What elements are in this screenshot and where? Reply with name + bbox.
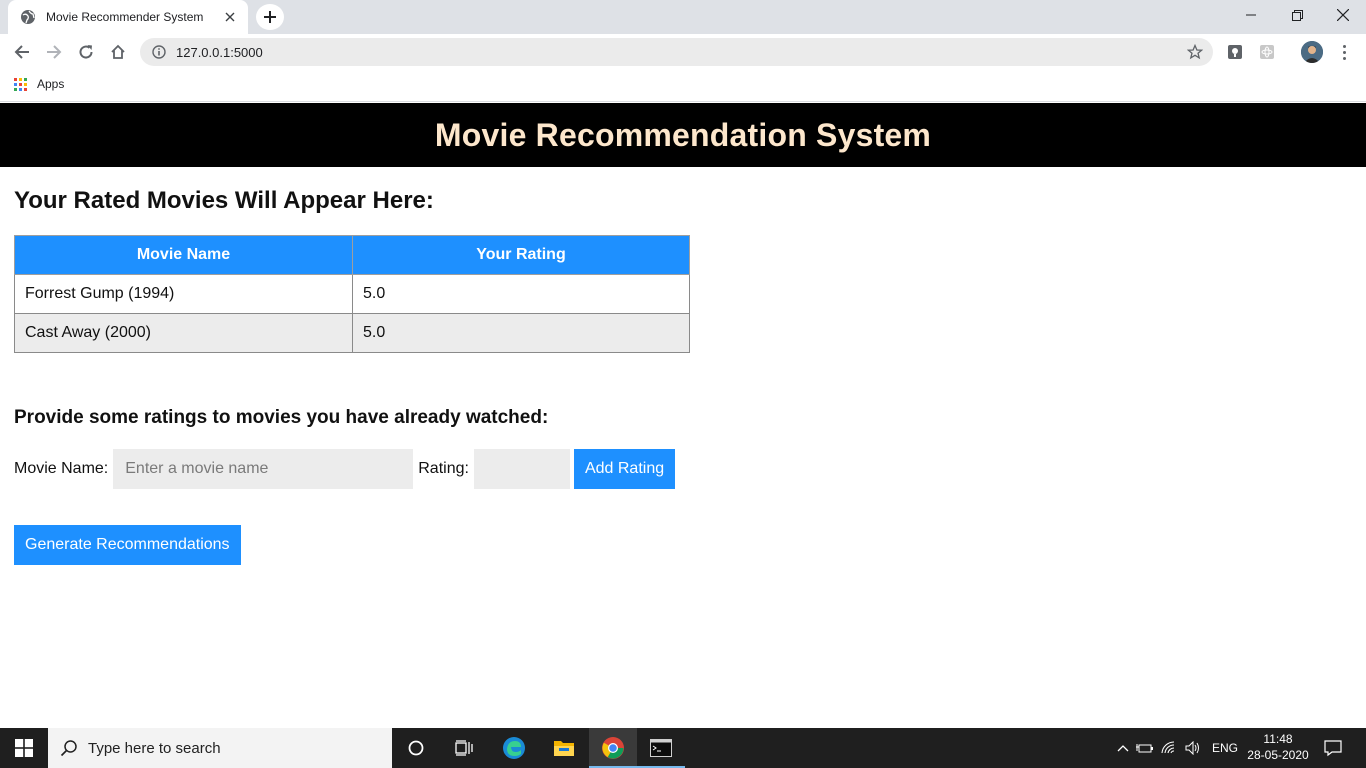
rating-cell: 5.0 [352, 274, 690, 314]
new-tab-button[interactable] [256, 4, 284, 30]
language-indicator[interactable]: ENG [1212, 741, 1238, 755]
search-placeholder: Type here to search [88, 739, 221, 757]
back-arrow-icon[interactable] [8, 38, 36, 66]
chevron-up-icon[interactable] [1114, 744, 1132, 752]
taskbar-search-box[interactable]: Type here to search [48, 728, 392, 768]
edge-browser-icon[interactable] [490, 728, 538, 768]
address-bar[interactable]: 127.0.0.1:5000 [140, 38, 1213, 66]
info-icon[interactable] [152, 45, 166, 59]
system-tray: ENG [1114, 728, 1238, 768]
rating-input[interactable] [473, 449, 570, 489]
browser-toolbar: 127.0.0.1:5000 [0, 34, 1366, 70]
rated-movies-table: Movie Name Your Rating Forrest Gump (199… [14, 235, 690, 353]
restore-icon[interactable] [1274, 0, 1320, 30]
taskbar-clock[interactable]: 11:48 28-05-2020 [1244, 731, 1312, 763]
home-icon[interactable] [104, 38, 132, 66]
reload-icon[interactable] [72, 38, 100, 66]
globe-icon [20, 9, 36, 25]
apps-label: Apps [37, 77, 65, 91]
add-rating-button[interactable]: Add Rating [573, 449, 676, 489]
browser-tabstrip: Movie Recommender System [0, 0, 1366, 34]
notification-icon[interactable] [1318, 728, 1348, 768]
chrome-taskbar-icon[interactable] [589, 728, 637, 768]
browser-menu-icon[interactable] [1336, 42, 1352, 62]
movie-name-label: Movie Name: [14, 460, 109, 477]
table-row: Forrest Gump (1994) 5.0 [14, 274, 690, 314]
column-header-movie: Movie Name [14, 235, 353, 275]
url-text: 127.0.0.1:5000 [176, 44, 263, 60]
apps-grid-icon [14, 77, 27, 91]
movie-name-input[interactable] [113, 449, 414, 489]
search-icon [60, 739, 78, 757]
generate-recommendations-button[interactable]: Generate Recommendations [14, 525, 241, 565]
minimize-icon[interactable] [1228, 0, 1274, 30]
bookmark-star-icon[interactable] [1186, 43, 1204, 65]
wifi-icon[interactable] [1158, 741, 1180, 755]
browser-tab[interactable]: Movie Recommender System [8, 0, 248, 34]
movie-cell: Forrest Gump (1994) [14, 274, 353, 314]
movie-cell: Cast Away (2000) [14, 313, 353, 353]
rated-section-title: Your Rated Movies Will Appear Here: [14, 187, 434, 214]
close-tab-icon[interactable] [222, 9, 238, 25]
profile-avatar[interactable] [1301, 41, 1323, 63]
rating-prompt: Provide some ratings to movies you have … [14, 407, 549, 428]
page-header: Movie Recommendation System [0, 103, 1366, 167]
table-header-row: Movie Name Your Rating [14, 235, 690, 275]
apps-shortcut[interactable]: Apps [14, 77, 64, 91]
rating-label: Rating: [418, 460, 469, 477]
file-explorer-icon[interactable] [540, 728, 588, 768]
forward-arrow-icon[interactable] [40, 38, 68, 66]
windows-start-icon[interactable] [0, 728, 48, 768]
column-header-rating: Your Rating [352, 235, 690, 275]
tab-title: Movie Recommender System [46, 10, 204, 24]
rating-cell: 5.0 [352, 313, 690, 353]
cortana-icon[interactable] [392, 728, 440, 768]
add-rating-form: Movie Name: Rating: Add Rating [14, 449, 676, 489]
close-window-icon[interactable] [1320, 0, 1366, 30]
clock-time: 11:48 [1263, 732, 1293, 746]
table-row: Cast Away (2000) 5.0 [14, 313, 690, 353]
clock-date: 28-05-2020 [1247, 748, 1309, 762]
task-view-icon[interactable] [440, 728, 488, 768]
react-devtools-icon[interactable] [1257, 42, 1277, 62]
extension-icon[interactable] [1225, 42, 1245, 62]
page-content: Movie Recommendation System Your Rated M… [0, 103, 1366, 728]
terminal-icon[interactable] [637, 728, 685, 768]
bookmarks-bar: Apps [0, 70, 1366, 102]
page-title: Movie Recommendation System [434, 116, 932, 153]
battery-icon[interactable] [1132, 742, 1158, 754]
windows-taskbar: Type here to search ENG 11:48 28-05-2020 [0, 728, 1366, 768]
volume-icon[interactable] [1180, 741, 1206, 755]
